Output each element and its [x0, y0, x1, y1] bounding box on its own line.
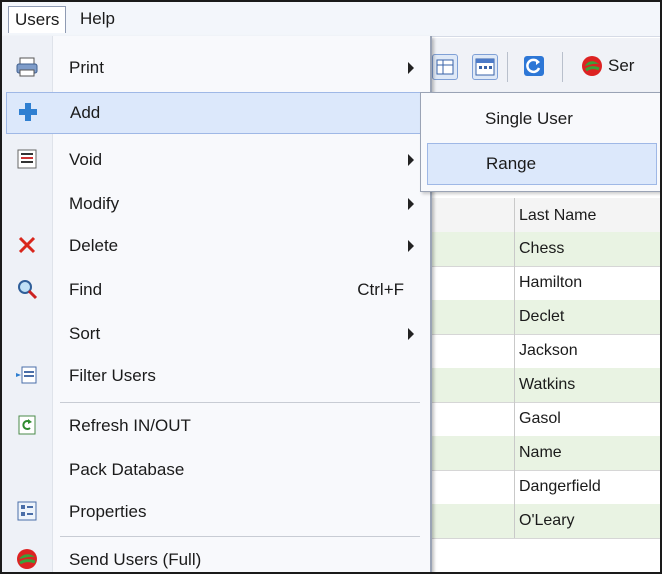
refresh-toolbar-icon[interactable] — [522, 54, 546, 78]
menu-item-send-users-full[interactable]: Send Users (Full) — [6, 540, 422, 572]
send-users-icon — [16, 548, 38, 570]
red-x-icon — [16, 234, 38, 256]
submenu-item-range[interactable]: Range — [427, 143, 657, 185]
add-submenu: Single User Range — [420, 92, 660, 192]
void-icon — [16, 148, 38, 170]
table-row[interactable]: Jackson — [430, 334, 660, 369]
cell-last-name: Chess — [514, 232, 660, 266]
refresh-icon — [16, 414, 38, 436]
menu-separator — [60, 402, 420, 403]
submenu-arrow-icon — [408, 198, 414, 210]
submenu-arrow-icon — [408, 62, 414, 74]
menu-item-label: Find — [69, 280, 103, 299]
menu-item-label: Sort — [69, 324, 101, 343]
submenu-arrow-icon — [408, 154, 414, 166]
plus-icon — [17, 101, 39, 123]
table-row[interactable]: Dangerfield — [430, 470, 660, 505]
toolbar-send-label[interactable]: Ser — [608, 56, 634, 76]
calendar-icon[interactable] — [472, 54, 498, 80]
menu-item-label: Add — [70, 103, 101, 122]
menu-item-label: Modify — [69, 194, 120, 213]
cell-last-name: Jackson — [514, 334, 660, 368]
menu-item-refresh-in-out[interactable]: Refresh IN/OUT — [6, 406, 422, 446]
grid-header: Last Name — [430, 198, 660, 233]
menu-item-find[interactable]: Find Ctrl+F — [6, 270, 422, 310]
cell-last-name: Watkins — [514, 368, 660, 402]
cell-last-name: Gasol — [514, 402, 660, 436]
menu-item-label: Properties — [69, 502, 147, 521]
table-row[interactable]: O'Leary — [430, 504, 660, 539]
table-row[interactable]: Watkins — [430, 368, 660, 403]
menu-item-label: Delete — [69, 236, 119, 255]
submenu-item-label: Single User — [485, 109, 573, 128]
menu-item-modify[interactable]: Modify — [6, 184, 422, 224]
table-row[interactable]: Name — [430, 436, 660, 471]
submenu-item-label: Range — [486, 154, 537, 173]
menu-item-label: Pack Database — [69, 460, 185, 479]
menu-separator — [60, 536, 420, 537]
application-window: Users Help Ser Last Name Chess Hamilton … — [0, 0, 662, 574]
submenu-arrow-icon — [408, 240, 414, 252]
menu-help[interactable]: Help — [74, 6, 121, 32]
properties-icon — [16, 500, 38, 522]
menu-item-label: Print — [69, 58, 104, 77]
column-header-last-name[interactable]: Last Name — [514, 198, 660, 232]
menu-item-add[interactable]: Add — [6, 92, 424, 134]
table-row[interactable]: Gasol — [430, 402, 660, 437]
table-row[interactable]: Hamilton — [430, 266, 660, 301]
menu-item-pack-database[interactable]: Pack Database — [6, 450, 422, 490]
menu-item-sort[interactable]: Sort — [6, 314, 422, 354]
menu-item-void[interactable]: Void — [6, 140, 422, 180]
menu-item-label: Void — [69, 150, 103, 169]
menu-bar: Users Help — [2, 2, 660, 37]
printer-icon — [16, 56, 38, 78]
menu-item-label: Refresh IN/OUT — [69, 416, 191, 435]
grid-view-icon[interactable] — [432, 54, 458, 80]
menu-item-label: Filter Users — [69, 366, 156, 385]
menu-users[interactable]: Users — [8, 6, 67, 33]
find-icon — [16, 278, 38, 300]
menu-item-filter-users[interactable]: Filter Users — [6, 356, 422, 396]
submenu-item-single-user[interactable]: Single User — [427, 99, 655, 139]
cell-last-name: O'Leary — [514, 504, 660, 538]
cell-last-name: Hamilton — [514, 266, 660, 300]
send-users-toolbar-icon[interactable] — [580, 54, 604, 78]
filter-icon — [16, 364, 38, 386]
menu-item-properties[interactable]: Properties — [6, 492, 422, 532]
submenu-arrow-icon — [408, 328, 414, 340]
users-grid: Last Name Chess Hamilton Declet Jackson … — [430, 198, 660, 572]
cell-last-name: Dangerfield — [514, 470, 660, 504]
menu-item-print[interactable]: Print — [6, 48, 422, 88]
cell-last-name: Name — [514, 436, 660, 470]
table-row[interactable]: Chess — [430, 232, 660, 267]
menu-item-label: Send Users (Full) — [69, 550, 202, 569]
menu-item-delete[interactable]: Delete — [6, 226, 422, 266]
shortcut-label: Ctrl+F — [357, 280, 404, 299]
cell-last-name: Declet — [514, 300, 660, 334]
users-dropdown-menu: Print Add Void Modify Delete Find Ctrl+F… — [2, 36, 432, 572]
table-row[interactable]: Declet — [430, 300, 660, 335]
